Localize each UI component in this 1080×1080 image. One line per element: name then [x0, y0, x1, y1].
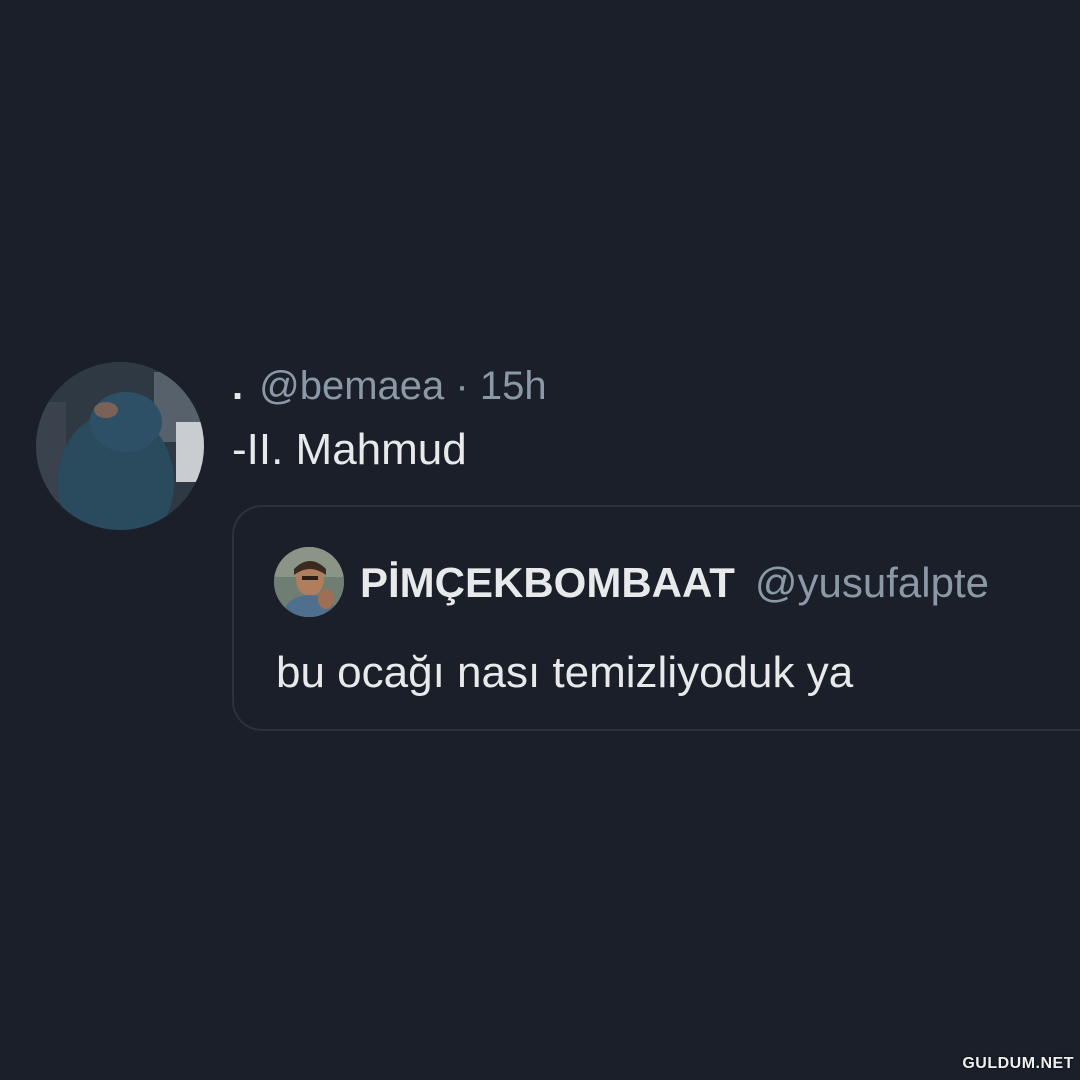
quoted-user-handle[interactable]: @yusufalpte [755, 559, 989, 606]
user-avatar[interactable] [36, 362, 204, 530]
quoted-display-name[interactable]: PİMÇEKBOMBAAT [360, 559, 735, 606]
quoted-tweet-card[interactable]: PİMÇEKBOMBAAT @yusufalpte bu ocağı nası t… [232, 505, 1080, 731]
header-separator: · [455, 364, 469, 408]
tweet-header: . @bemaea · 15h [232, 362, 547, 410]
quoted-tweet-text: bu ocağı nası temizliyoduk ya [276, 648, 854, 697]
display-name[interactable]: . [232, 364, 243, 408]
user-handle[interactable]: @bemaea [259, 364, 444, 408]
tweet-screenshot: . @bemaea · 15h -II. Mahmud PİMÇEKBOMBAAT… [0, 0, 1080, 1080]
quoted-tweet-header: PİMÇEKBOMBAAT @yusufalpte [360, 557, 989, 609]
quoted-user-avatar [274, 547, 344, 617]
tweet-text: -II. Mahmud [232, 425, 467, 474]
watermark: GULDUM.NET [962, 1055, 1074, 1072]
tweet-timestamp[interactable]: 15h [480, 364, 547, 408]
